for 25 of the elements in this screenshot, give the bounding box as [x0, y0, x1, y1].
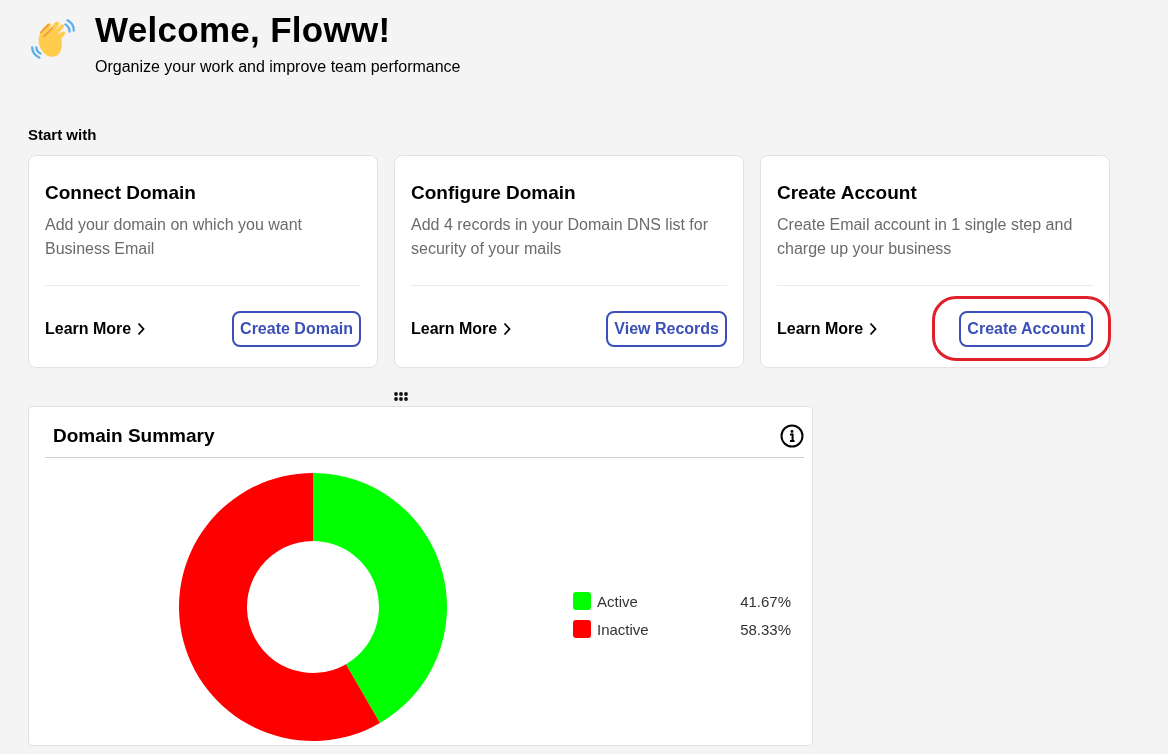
card-action-button[interactable]: View Records — [606, 311, 727, 347]
panel-title: Domain Summary — [53, 425, 215, 447]
page-subtitle: Organize your work and improve team performance — [95, 58, 461, 76]
drag-handle-icon[interactable] — [394, 392, 408, 401]
card-action-button[interactable]: Create Account — [959, 311, 1093, 347]
legend-value: 41.67% — [740, 592, 791, 610]
card-description: Create Email account in 1 single step and charge up your business — [777, 215, 1074, 259]
chevron-right-icon — [869, 322, 878, 336]
learn-more-link[interactable]: Learn More — [777, 320, 878, 338]
section-title: Start with — [28, 126, 98, 143]
legend-label: Active — [597, 592, 639, 610]
chevron-right-icon — [137, 322, 146, 336]
info-icon[interactable] — [780, 424, 804, 448]
card-title: Connect Domain — [45, 182, 197, 204]
card-description: Add 4 records in your Domain DNS list for security of your mails — [411, 215, 709, 259]
legend-label: Inactive — [597, 620, 650, 638]
card-title: Configure Domain — [411, 182, 577, 204]
page-title: Welcome, Floww! — [95, 12, 392, 48]
legend-value: 58.33% — [740, 620, 791, 638]
learn-more-link[interactable]: Learn More — [45, 320, 146, 338]
chevron-right-icon — [503, 322, 512, 336]
card-title: Create Account — [777, 182, 918, 204]
card-description: Add your domain on which you want Business Email — [45, 215, 304, 259]
learn-more-link[interactable]: Learn More — [411, 320, 512, 338]
card-action-button[interactable]: Create Domain — [232, 311, 361, 347]
